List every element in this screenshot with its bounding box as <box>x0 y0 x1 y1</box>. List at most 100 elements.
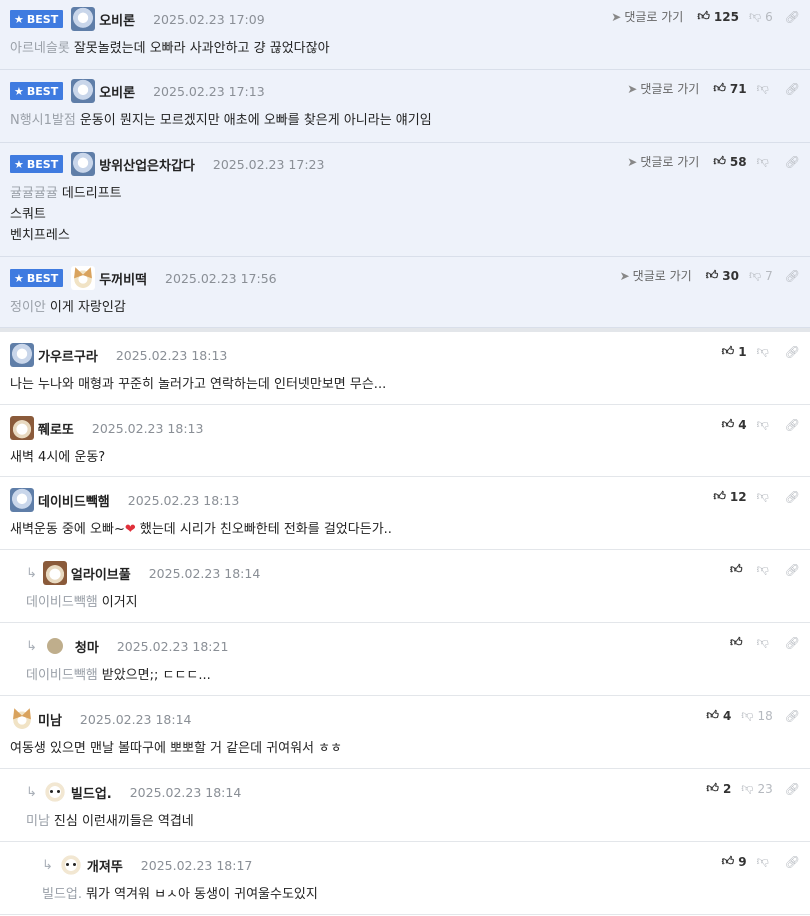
like-button[interactable]: 👍︎ <box>730 635 747 650</box>
like-button[interactable]: 👍︎ 12 <box>713 489 746 504</box>
best-comment: ★ BEST 두꺼비떡 2025.02.23 17:56 ➤ 댓글로 가기 👍︎ 30… <box>0 257 810 328</box>
avatar[interactable] <box>10 343 34 367</box>
reply-arrow-icon: ↳ <box>26 565 37 581</box>
dislike-button[interactable]: 👎︎ <box>757 344 773 359</box>
avatar[interactable] <box>71 266 96 290</box>
like-button[interactable]: 👍︎ 125 <box>697 9 739 24</box>
mention[interactable]: 데이비드빽햄 <box>26 668 98 683</box>
comment-body: 아르네슬롯 잘못놀렸는데 오빠라 사과안하고 걍 끊었다잖아 <box>10 41 330 56</box>
reply-comment: ↳ 얼라이브풀 2025.02.23 18:14 👍︎ 👎︎ 🔗︎ 데이비드빽햄… <box>0 550 810 623</box>
star-icon: ★ <box>14 157 24 171</box>
like-button[interactable]: 👍︎ 4 <box>722 417 747 432</box>
link-icon[interactable]: 🔗︎ <box>785 782 800 796</box>
reply-comment: ↳ 개져뚜 2025.02.23 18:17 👍︎ 9 👎︎ 🔗︎ 빌드업. 뭐가 … <box>0 842 810 915</box>
avatar[interactable] <box>42 561 67 585</box>
comment-date: 2025.02.23 18:13 <box>115 347 228 363</box>
like-button[interactable]: 👍︎ 9 <box>722 854 747 869</box>
link-icon[interactable]: 🔗︎ <box>785 10 800 24</box>
reply-arrow-icon: ↳ <box>26 784 37 800</box>
comment-author[interactable]: 방위산업은차갑다 <box>99 155 195 174</box>
like-button[interactable]: 👍︎ 58 <box>713 154 746 169</box>
comment-date: 2025.02.23 17:56 <box>165 270 277 286</box>
mention[interactable]: N행시1발점 <box>10 113 76 128</box>
thumbs-up-icon: 👍︎ <box>713 154 726 168</box>
comment-body: 나는 누나와 매형과 꾸준히 놀러가고 연락하는데 인터넷만보면 무슨... <box>10 377 387 392</box>
comment-body: 새벽운동 중에 오빠~❤ 했는데 시리가 친오빠한테 전화를 걸었다든가.. <box>10 522 392 537</box>
dislike-button[interactable]: 👎︎ <box>757 417 773 432</box>
like-button[interactable]: 👍︎ 71 <box>713 81 746 96</box>
comment-author[interactable]: 오비론 <box>99 82 135 101</box>
link-icon[interactable]: 🔗︎ <box>785 345 800 359</box>
comment-author[interactable]: 쮀로또 <box>38 419 74 438</box>
like-button[interactable]: 👍︎ 1 <box>722 344 747 359</box>
comment-author[interactable]: 두꺼비떡 <box>99 269 147 288</box>
thumbs-down-icon: 👎︎ <box>741 708 754 722</box>
thumbs-down-icon: 👎︎ <box>756 854 769 868</box>
dislike-button[interactable]: 👎︎ 18 <box>741 708 772 723</box>
avatar[interactable] <box>10 707 34 731</box>
dislike-button[interactable]: 👎︎ <box>757 81 773 96</box>
avatar[interactable] <box>71 7 96 31</box>
comment-date: 2025.02.23 18:13 <box>91 420 204 436</box>
dislike-button[interactable]: 👎︎ <box>757 154 773 169</box>
avatar[interactable] <box>58 853 83 877</box>
link-icon[interactable]: 🔗︎ <box>785 269 800 283</box>
mention[interactable]: 귤귤귤귤 <box>10 186 58 201</box>
thumbs-down-icon: 👎︎ <box>741 781 754 795</box>
link-icon[interactable]: 🔗︎ <box>785 855 800 869</box>
link-icon[interactable]: 🔗︎ <box>785 490 800 504</box>
link-icon[interactable]: 🔗︎ <box>785 563 800 577</box>
dislike-button[interactable]: 👎︎ <box>757 489 773 504</box>
dislike-button[interactable]: 👎︎ <box>757 854 773 869</box>
dislike-button[interactable]: 👎︎ 6 <box>749 9 773 24</box>
thumbs-down-icon: 👎︎ <box>748 9 762 23</box>
like-button[interactable]: 👍︎ 4 <box>706 708 731 723</box>
mention[interactable]: 빌드업. <box>42 887 82 902</box>
link-icon[interactable]: 🔗︎ <box>785 82 800 96</box>
link-icon[interactable]: 🔗︎ <box>785 418 800 432</box>
thumbs-down-icon: 👎︎ <box>756 417 769 431</box>
like-button[interactable]: 👍︎ <box>730 562 747 577</box>
mention[interactable]: 아르네슬롯 <box>10 41 70 56</box>
navigate-arrow-icon: ➤ <box>627 82 638 96</box>
avatar[interactable] <box>71 79 96 103</box>
mention[interactable]: 미남 <box>26 814 50 829</box>
like-button[interactable]: 👍︎ 2 <box>706 781 731 796</box>
go-to-reply-link[interactable]: ➤ 댓글로 가기 <box>627 153 699 170</box>
comment-author[interactable]: 오비론 <box>99 10 135 29</box>
comment-date: 2025.02.23 18:14 <box>79 711 192 727</box>
link-icon[interactable]: 🔗︎ <box>785 709 800 723</box>
comment-author[interactable]: 미남 <box>38 710 62 729</box>
thumbs-up-icon: 👍︎ <box>730 562 743 576</box>
go-to-reply-link[interactable]: ➤ 댓글로 가기 <box>611 8 683 25</box>
avatar[interactable] <box>10 416 34 440</box>
thumbs-up-icon: 👍︎ <box>713 81 726 95</box>
mention[interactable]: 데이비드빽햄 <box>26 595 98 610</box>
dislike-button[interactable]: 👎︎ <box>757 635 773 650</box>
comment-author[interactable]: 빌드업. <box>71 783 112 802</box>
reply-arrow-icon: ↳ <box>26 638 37 654</box>
thumbs-up-icon: 👍︎ <box>705 268 719 282</box>
dislike-button[interactable]: 👎︎ 7 <box>749 268 773 283</box>
comment-author[interactable]: 데이비드빽햄 <box>38 491 110 510</box>
link-icon[interactable]: 🔗︎ <box>785 155 800 169</box>
like-button[interactable]: 👍︎ 30 <box>706 268 739 283</box>
avatar[interactable] <box>46 638 63 654</box>
dislike-button[interactable]: 👎︎ 23 <box>741 781 772 796</box>
dislike-button[interactable]: 👎︎ <box>757 562 773 577</box>
comment-author[interactable]: 청마 <box>75 637 99 656</box>
comment-author[interactable]: 개져뚜 <box>87 856 123 875</box>
comment-body: 새벽 4시에 운동? <box>10 450 106 465</box>
thumbs-up-icon: 👍︎ <box>706 708 719 722</box>
comment-author[interactable]: 가우르구라 <box>38 346 98 365</box>
avatar[interactable] <box>42 780 67 804</box>
reply-comment: ↳ 빌드업. 2025.02.23 18:14 👍︎ 2 👎︎ 23 🔗︎ 미남 진심… <box>0 769 810 842</box>
avatar[interactable] <box>71 152 96 176</box>
mention[interactable]: 정이안 <box>10 300 46 315</box>
go-to-reply-link[interactable]: ➤ 댓글로 가기 <box>627 80 699 97</box>
go-to-reply-link[interactable]: ➤ 댓글로 가기 <box>620 267 692 284</box>
link-icon[interactable]: 🔗︎ <box>785 636 800 650</box>
comment-date: 2025.02.23 18:21 <box>116 638 229 654</box>
comment-author[interactable]: 얼라이브풀 <box>71 564 131 583</box>
avatar[interactable] <box>10 488 34 512</box>
